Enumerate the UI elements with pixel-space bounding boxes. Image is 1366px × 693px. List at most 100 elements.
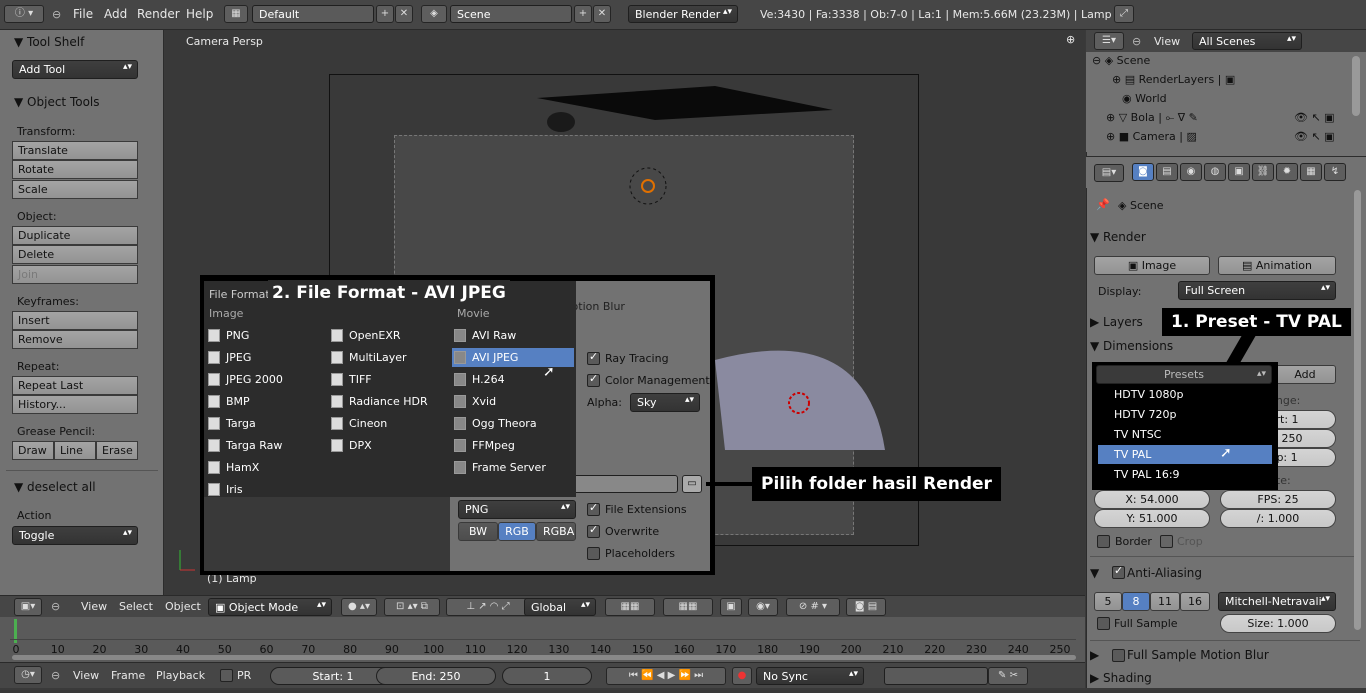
preview-range-checkbox[interactable] bbox=[220, 669, 233, 682]
format-option-targa-raw[interactable]: Targa Raw bbox=[206, 436, 282, 455]
erase-button[interactable]: Erase bbox=[96, 441, 138, 460]
timeline-view-menu[interactable]: View bbox=[73, 669, 99, 682]
info-editor-icon[interactable]: ⓘ ▾ bbox=[4, 5, 44, 23]
add-tool-select[interactable]: Add Tool ▴▾ bbox=[12, 60, 138, 79]
action-select[interactable]: Toggle ▴▾ bbox=[12, 526, 138, 545]
format-option-ogg-theora[interactable]: Ogg Theora bbox=[452, 414, 537, 433]
manipulator-icons[interactable]: ⊥ ↗ ◠ ⤢ bbox=[446, 598, 530, 616]
format-option-hamx[interactable]: HamX bbox=[206, 458, 259, 477]
format-option-multilayer[interactable]: MultiLayer bbox=[329, 348, 407, 367]
rgba-button[interactable]: RGBA bbox=[536, 522, 576, 541]
format-option-jpeg2000[interactable]: JPEG 2000 bbox=[206, 370, 283, 389]
render-tab-icon[interactable]: ◙ bbox=[1132, 163, 1154, 181]
add-scene-icon[interactable]: + bbox=[574, 5, 592, 23]
delete-button[interactable]: Delete bbox=[12, 245, 138, 264]
add-layout-icon[interactable]: + bbox=[376, 5, 394, 23]
crop-checkbox[interactable] bbox=[1160, 535, 1173, 548]
aa-samples-8[interactable]: 8 bbox=[1122, 592, 1150, 611]
remove-scene-icon[interactable]: ✕ bbox=[593, 5, 611, 23]
render-image-button[interactable]: ▣ Image bbox=[1094, 256, 1210, 275]
shading-section-header[interactable]: ▶ Shading bbox=[1090, 671, 1342, 693]
current-frame-field[interactable]: 1 bbox=[502, 667, 592, 685]
outliner-filter-select[interactable]: All Scenes ▴▾ bbox=[1192, 32, 1302, 50]
history-button[interactable]: History... bbox=[12, 395, 138, 414]
preset-tv-ntsc[interactable]: TV NTSC bbox=[1098, 425, 1272, 444]
format-option-avi-jpeg[interactable]: AVI JPEG bbox=[452, 348, 574, 367]
preset-tv-pal[interactable]: TV PAL bbox=[1098, 445, 1272, 464]
visibility-eye-icon[interactable]: 👁 ↖ ▣ bbox=[1294, 111, 1335, 124]
rotate-button[interactable]: Rotate bbox=[12, 160, 138, 179]
render-animation-button[interactable]: ▤ Animation bbox=[1218, 256, 1336, 275]
screen-layout-icon[interactable]: ▦ bbox=[224, 5, 248, 23]
outliner-row-scene[interactable]: ⊖ ◈ Scene bbox=[1092, 54, 1150, 67]
outliner-row-renderlayers[interactable]: ⊕ ▤ RenderLayers | ▣ bbox=[1112, 73, 1235, 86]
fps-base-field[interactable]: /: 1.000 bbox=[1220, 509, 1336, 528]
format-option-openexr[interactable]: OpenEXR bbox=[329, 326, 401, 345]
format-option-radiance-hdr[interactable]: Radiance HDR bbox=[329, 392, 428, 411]
data-tab-icon[interactable]: ✹ bbox=[1276, 163, 1298, 181]
render-engine-select[interactable]: Blender Render ▴▾ bbox=[628, 5, 738, 23]
border-checkbox[interactable] bbox=[1097, 535, 1110, 548]
ray-tracing-checkbox[interactable] bbox=[587, 350, 600, 365]
join-button[interactable]: Join bbox=[12, 265, 138, 284]
render-section-header[interactable]: ▼ Render bbox=[1090, 230, 1342, 252]
menu-add[interactable]: Add bbox=[104, 7, 127, 21]
timeline-frame-menu[interactable]: Frame bbox=[111, 669, 145, 682]
format-option-xvid[interactable]: Xvid bbox=[452, 392, 496, 411]
proportional-edit-icon[interactable]: ◉▾ bbox=[748, 598, 778, 616]
outliner-row-camera[interactable]: ⊕ ■ Camera | ▨ bbox=[1106, 130, 1197, 143]
record-icon[interactable]: ● bbox=[732, 667, 752, 685]
properties-scrollbar[interactable] bbox=[1354, 190, 1361, 630]
menu-render[interactable]: Render bbox=[137, 7, 180, 21]
aa-size-field[interactable]: Size: 1.000 bbox=[1220, 614, 1336, 633]
layers-grid-2-icon[interactable]: ▦▦ bbox=[663, 598, 713, 616]
folder-icon[interactable]: ▭ bbox=[682, 475, 702, 493]
layout-field[interactable]: Default bbox=[252, 5, 374, 23]
collapse-icon[interactable]: ⊖ bbox=[52, 8, 61, 21]
duplicate-button[interactable]: Duplicate bbox=[12, 226, 138, 245]
physics-tab-icon[interactable]: ↯ bbox=[1324, 163, 1346, 181]
render-layers-tab-icon[interactable]: ▤ bbox=[1156, 163, 1178, 181]
overwrite-checkbox[interactable] bbox=[587, 523, 600, 538]
rgb-button[interactable]: RGB bbox=[498, 522, 536, 541]
outliner-view-menu[interactable]: View bbox=[1154, 35, 1180, 48]
fullscreen-icon[interactable]: ⤢ bbox=[1114, 5, 1134, 23]
snap-icon[interactable]: ⊘ # ▾ bbox=[786, 598, 840, 616]
sync-select[interactable]: No Sync ▴▾ bbox=[756, 667, 864, 685]
format-option-targa[interactable]: Targa bbox=[206, 414, 256, 433]
anti-aliasing-section-header[interactable]: ▼ Anti-Aliasing bbox=[1090, 566, 1342, 588]
aspect-x-field[interactable]: X: 54.000 bbox=[1094, 490, 1210, 509]
remove-keyframe-button[interactable]: Remove bbox=[12, 330, 138, 349]
format-option-frame-server[interactable]: Frame Server bbox=[452, 458, 546, 477]
preset-hdtv-720p[interactable]: HDTV 720p bbox=[1098, 405, 1272, 424]
view-menu[interactable]: View bbox=[81, 600, 107, 613]
scene-tab-icon[interactable]: ◉ bbox=[1180, 163, 1202, 181]
outliner-scrollbar[interactable] bbox=[1352, 56, 1360, 116]
format-option-tiff[interactable]: TIFF bbox=[329, 370, 372, 389]
fsmb-section-header[interactable]: ▶ Full Sample Motion Blur bbox=[1090, 648, 1342, 670]
display-select[interactable]: Full Screen ▴▾ bbox=[1178, 281, 1336, 300]
format-select[interactable]: PNG ▴▾ bbox=[458, 500, 576, 519]
file-format-popup[interactable]: Full Sample Motion Blur Ray Tracing Colo… bbox=[204, 281, 710, 571]
format-option-h264[interactable]: H.264 bbox=[452, 370, 505, 389]
aa-samples-11[interactable]: 11 bbox=[1150, 592, 1180, 611]
dimensions-section-header[interactable]: ▼ Dimensions bbox=[1090, 339, 1342, 361]
presets-menu-title[interactable]: Presets ▴▾ bbox=[1096, 365, 1272, 384]
lock-icon[interactable]: ▣ bbox=[720, 598, 742, 616]
collapse-icon[interactable]: ⊖ bbox=[51, 669, 60, 682]
scene-icon[interactable]: ◈ bbox=[421, 5, 447, 23]
keying-set-field[interactable] bbox=[884, 667, 988, 685]
layers-grid-1-icon[interactable]: ▦▦ bbox=[605, 598, 655, 616]
add-preset-button[interactable]: Add bbox=[1274, 365, 1336, 384]
full-sample-checkbox[interactable] bbox=[1097, 617, 1110, 630]
mode-select[interactable]: ▣ Object Mode ▴▾ bbox=[208, 598, 332, 616]
deselect-all-header[interactable]: ▼ deselect all bbox=[14, 480, 96, 494]
repeat-last-button[interactable]: Repeat Last bbox=[12, 376, 138, 395]
scale-button[interactable]: Scale bbox=[12, 180, 138, 199]
file-extensions-checkbox[interactable] bbox=[587, 501, 600, 516]
outliner-row-bola[interactable]: ⊕ ▽ Bola | ⟜ ∇ ✎ bbox=[1106, 111, 1198, 125]
playback-controls-icon[interactable]: ⏮ ⏪ ◀ ▶ ⏩ ⏭ bbox=[606, 667, 726, 685]
preset-tv-pal-16-9[interactable]: TV PAL 16:9 bbox=[1098, 465, 1272, 484]
translate-button[interactable]: Translate bbox=[12, 141, 138, 160]
timeline[interactable]: 0 10 20 30 40 50 60 70 80 90 100 110 120 130 140 150 160… bbox=[0, 617, 1085, 662]
